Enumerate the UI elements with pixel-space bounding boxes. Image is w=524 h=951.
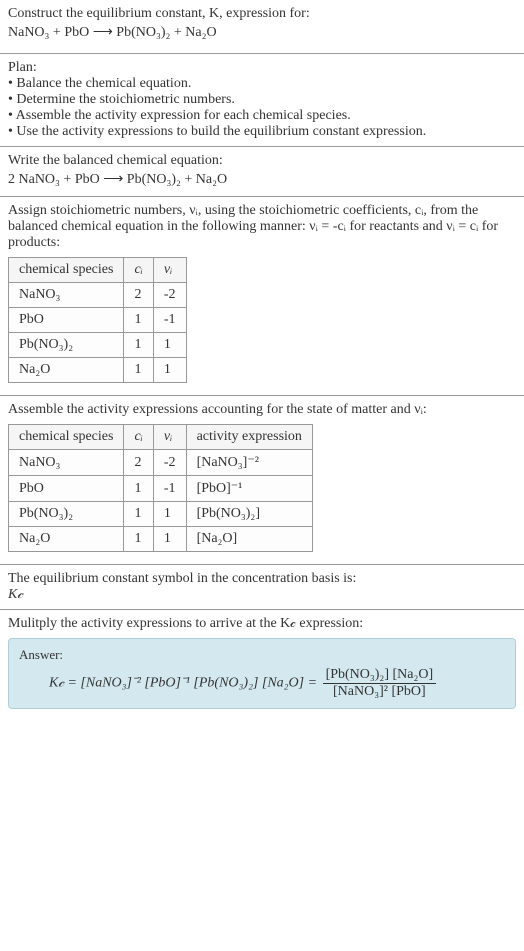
fraction-denominator: [NaNO₃]² [PbO] — [323, 684, 437, 700]
cell-vi: 1 — [153, 502, 186, 527]
table-row: Na₂O 1 1 — [9, 358, 187, 383]
cell-vi: -1 — [153, 308, 186, 333]
table-header-row: chemical species cᵢ νᵢ — [9, 258, 187, 283]
intro-equation: NaNO₃ + PbO ⟶ Pb(NO₃)₂ + Na₂O — [8, 24, 516, 41]
plan-item-1: • Balance the chemical equation. — [8, 76, 516, 92]
plan-item-4: • Use the activity expressions to build … — [8, 124, 516, 140]
cell-vi: -2 — [153, 450, 186, 476]
answer-lhs: K𝒸 = [NaNO₃]⁻² [PbO]⁻¹ [Pb(NO₃)₂] [Na₂O]… — [49, 676, 321, 691]
stoich-heading: Assign stoichiometric numbers, νᵢ, using… — [8, 203, 516, 251]
col-ci: cᵢ — [124, 258, 153, 283]
symbol-heading: The equilibrium constant symbol in the c… — [8, 571, 516, 587]
cell-species: Pb(NO₃)₂ — [9, 333, 124, 358]
col-ci: cᵢ — [124, 425, 153, 450]
table-row: PbO 1 -1 — [9, 308, 187, 333]
stoich-table: chemical species cᵢ νᵢ NaNO₃ 2 -2 PbO 1 … — [8, 257, 187, 383]
cell-ci: 1 — [124, 333, 153, 358]
cell-vi: -2 — [153, 283, 186, 308]
fraction-numerator: [Pb(NO₃)₂] [Na₂O] — [323, 667, 437, 684]
plan-section: Plan: • Balance the chemical equation. •… — [0, 53, 524, 146]
table-row: Na₂O 1 1 [Na₂O] — [9, 527, 313, 552]
cell-ci: 1 — [124, 502, 153, 527]
balanced-equation: 2 NaNO₃ + PbO ⟶ Pb(NO₃)₂ + Na₂O — [8, 171, 516, 188]
intro-block: Construct the equilibrium constant, K, e… — [0, 0, 524, 53]
intro-line: Construct the equilibrium constant, K, e… — [8, 6, 516, 22]
answer-label: Answer: — [19, 647, 505, 663]
table-header-row: chemical species cᵢ νᵢ activity expressi… — [9, 425, 313, 450]
plan-item-3: • Assemble the activity expression for e… — [8, 108, 516, 124]
cell-ci: 1 — [124, 358, 153, 383]
answer-expression: K𝒸 = [NaNO₃]⁻² [PbO]⁻¹ [Pb(NO₃)₂] [Na₂O]… — [19, 667, 505, 700]
stoich-section: Assign stoichiometric numbers, νᵢ, using… — [0, 196, 524, 395]
activity-section: Assemble the activity expressions accoun… — [0, 395, 524, 564]
symbol-section: The equilibrium constant symbol in the c… — [0, 564, 524, 609]
col-activity: activity expression — [186, 425, 312, 450]
table-row: NaNO₃ 2 -2 [NaNO₃]⁻² — [9, 450, 313, 476]
col-vi: νᵢ — [153, 258, 186, 283]
table-row: NaNO₃ 2 -2 — [9, 283, 187, 308]
cell-ci: 1 — [124, 476, 153, 502]
cell-species: Pb(NO₃)₂ — [9, 502, 124, 527]
cell-species: Na₂O — [9, 527, 124, 552]
cell-vi: 1 — [153, 333, 186, 358]
cell-species: PbO — [9, 476, 124, 502]
cell-species: PbO — [9, 308, 124, 333]
cell-activity: [NaNO₃]⁻² — [186, 450, 312, 476]
cell-ci: 1 — [124, 308, 153, 333]
table-row: Pb(NO₃)₂ 1 1 — [9, 333, 187, 358]
cell-ci: 2 — [124, 450, 153, 476]
multiply-heading: Mulitply the activity expressions to arr… — [8, 616, 516, 632]
answer-box: Answer: K𝒸 = [NaNO₃]⁻² [PbO]⁻¹ [Pb(NO₃)₂… — [8, 638, 516, 709]
table-row: PbO 1 -1 [PbO]⁻¹ — [9, 476, 313, 502]
table-row: Pb(NO₃)₂ 1 1 [Pb(NO₃)₂] — [9, 502, 313, 527]
plan-item-2: • Determine the stoichiometric numbers. — [8, 92, 516, 108]
cell-activity: [Pb(NO₃)₂] — [186, 502, 312, 527]
cell-species: Na₂O — [9, 358, 124, 383]
activity-heading: Assemble the activity expressions accoun… — [8, 402, 516, 418]
cell-activity: [Na₂O] — [186, 527, 312, 552]
col-species: chemical species — [9, 425, 124, 450]
cell-ci: 2 — [124, 283, 153, 308]
cell-species: NaNO₃ — [9, 283, 124, 308]
cell-vi: -1 — [153, 476, 186, 502]
cell-vi: 1 — [153, 358, 186, 383]
symbol-value: K𝒸 — [8, 587, 516, 603]
activity-table: chemical species cᵢ νᵢ activity expressi… — [8, 424, 313, 552]
col-species: chemical species — [9, 258, 124, 283]
balanced-heading: Write the balanced chemical equation: — [8, 153, 516, 169]
plan-heading: Plan: — [8, 60, 516, 76]
cell-activity: [PbO]⁻¹ — [186, 476, 312, 502]
cell-ci: 1 — [124, 527, 153, 552]
cell-vi: 1 — [153, 527, 186, 552]
multiply-section: Mulitply the activity expressions to arr… — [0, 609, 524, 725]
answer-fraction: [Pb(NO₃)₂] [Na₂O] [NaNO₃]² [PbO] — [323, 667, 437, 700]
cell-species: NaNO₃ — [9, 450, 124, 476]
col-vi: νᵢ — [153, 425, 186, 450]
balanced-section: Write the balanced chemical equation: 2 … — [0, 146, 524, 196]
